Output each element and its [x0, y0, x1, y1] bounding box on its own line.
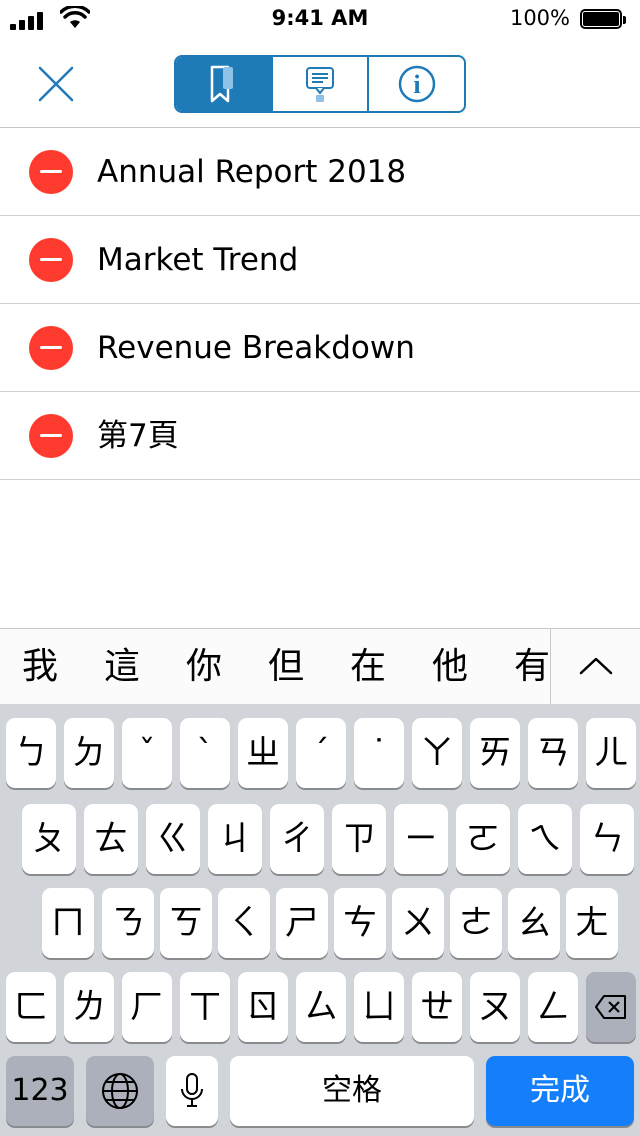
- tab-info[interactable]: i: [369, 57, 464, 111]
- key[interactable]: ㄉ: [64, 718, 114, 788]
- delete-icon[interactable]: [29, 150, 73, 194]
- key[interactable]: ㄍ: [146, 804, 200, 874]
- bookmark-list: Annual Report 2018 Market Trend Revenue …: [0, 128, 640, 480]
- delete-icon[interactable]: [29, 326, 73, 370]
- key[interactable]: ˊ: [296, 718, 346, 788]
- battery-icon: [580, 9, 628, 31]
- key[interactable]: ㄤ: [566, 888, 618, 958]
- list-item[interactable]: Annual Report 2018: [0, 128, 640, 216]
- candidate-bar: 我 這 你 但 在 他 有: [0, 628, 640, 705]
- close-x-icon[interactable]: [32, 62, 78, 108]
- key[interactable]: ㄥ: [528, 972, 578, 1042]
- key[interactable]: ㄨ: [392, 888, 444, 958]
- bookmark-label: Revenue Breakdown: [97, 330, 415, 366]
- zhuyin-keyboard: ㄅ ㄉ ˇ ˋ ㄓ ˊ ˙ ㄚ ㄞ ㄢ ㄦ ㄆ ㄊ ㄍ ㄐ ㄔ ㄗ ㄧ ㄛ ㄟ …: [0, 704, 640, 1136]
- key[interactable]: ㄔ: [270, 804, 324, 874]
- candidate-word[interactable]: 你: [174, 629, 234, 705]
- candidate-word[interactable]: 這: [92, 629, 152, 705]
- info-glyph: i: [413, 70, 420, 99]
- globe-key[interactable]: [86, 1056, 154, 1126]
- list-item[interactable]: Market Trend: [0, 216, 640, 304]
- key[interactable]: ㄞ: [470, 718, 520, 788]
- key[interactable]: ㄜ: [450, 888, 502, 958]
- tab-comments[interactable]: [273, 57, 370, 111]
- list-item[interactable]: Revenue Breakdown: [0, 304, 640, 392]
- bookmark-label: 第7頁: [97, 418, 179, 454]
- comment-icon: [306, 67, 334, 102]
- delete-icon[interactable]: [29, 414, 73, 458]
- key[interactable]: ㄐ: [208, 804, 262, 874]
- space-key[interactable]: 空格: [230, 1056, 474, 1126]
- tab-bookmarks[interactable]: [176, 57, 273, 111]
- bookmark-label: Market Trend: [97, 242, 299, 278]
- key[interactable]: ㄢ: [528, 718, 578, 788]
- key[interactable]: ㄛ: [456, 804, 510, 874]
- candidate-word[interactable]: 他: [420, 629, 480, 705]
- key[interactable]: ㄌ: [64, 972, 114, 1042]
- key[interactable]: ㄠ: [508, 888, 560, 958]
- info-icon: i: [398, 65, 435, 103]
- key[interactable]: ㄚ: [412, 718, 462, 788]
- globe-icon: [102, 1073, 138, 1109]
- battery-percent: 100%: [509, 6, 570, 30]
- microphone-icon: [181, 1073, 203, 1107]
- key[interactable]: ㄅ: [6, 718, 56, 788]
- bookmark-icon: [211, 65, 234, 103]
- backspace-icon: [595, 995, 626, 1019]
- key[interactable]: ㄊ: [84, 804, 138, 874]
- key[interactable]: ㄏ: [122, 972, 172, 1042]
- key[interactable]: ㄇ: [42, 888, 94, 958]
- key[interactable]: ㄗ: [332, 804, 386, 874]
- key[interactable]: ㄘ: [334, 888, 386, 958]
- bookmark-label: Annual Report 2018: [97, 154, 407, 190]
- view-segmented-control: i: [174, 55, 466, 113]
- key[interactable]: ˋ: [180, 718, 230, 788]
- candidate-word[interactable]: 有: [502, 629, 562, 705]
- toolbar: i: [0, 40, 640, 128]
- key[interactable]: ˇ: [122, 718, 172, 788]
- status-bar: 9:41 AM 100%: [0, 0, 640, 40]
- list-item[interactable]: 第7頁: [0, 392, 640, 480]
- key[interactable]: ㄓ: [238, 718, 288, 788]
- candidate-divider: [550, 629, 551, 705]
- key[interactable]: ㄦ: [586, 718, 636, 788]
- key[interactable]: ˙: [354, 718, 404, 788]
- candidate-word[interactable]: 但: [256, 629, 316, 705]
- delete-icon[interactable]: [29, 238, 73, 282]
- key[interactable]: ㄧ: [394, 804, 448, 874]
- key[interactable]: ㄎ: [160, 888, 212, 958]
- candidate-word[interactable]: 我: [10, 629, 70, 705]
- key[interactable]: ㄋ: [102, 888, 154, 958]
- key[interactable]: ㄖ: [238, 972, 288, 1042]
- key[interactable]: ㄑ: [218, 888, 270, 958]
- delete-key[interactable]: [586, 972, 636, 1042]
- key[interactable]: ㄩ: [354, 972, 404, 1042]
- key[interactable]: ㄝ: [412, 972, 462, 1042]
- done-key[interactable]: 完成: [486, 1056, 634, 1126]
- key[interactable]: ㄈ: [6, 972, 56, 1042]
- candidate-word[interactable]: 在: [338, 629, 398, 705]
- chevron-up-icon[interactable]: [578, 651, 614, 681]
- key[interactable]: ㄒ: [180, 972, 230, 1042]
- numbers-key[interactable]: 123: [6, 1056, 74, 1126]
- key[interactable]: ㄆ: [22, 804, 76, 874]
- key[interactable]: ㄡ: [470, 972, 520, 1042]
- key[interactable]: ㄟ: [518, 804, 572, 874]
- dictation-key[interactable]: [166, 1056, 218, 1126]
- key[interactable]: ㄕ: [276, 888, 328, 958]
- key[interactable]: ㄣ: [580, 804, 634, 874]
- key[interactable]: ㄙ: [296, 972, 346, 1042]
